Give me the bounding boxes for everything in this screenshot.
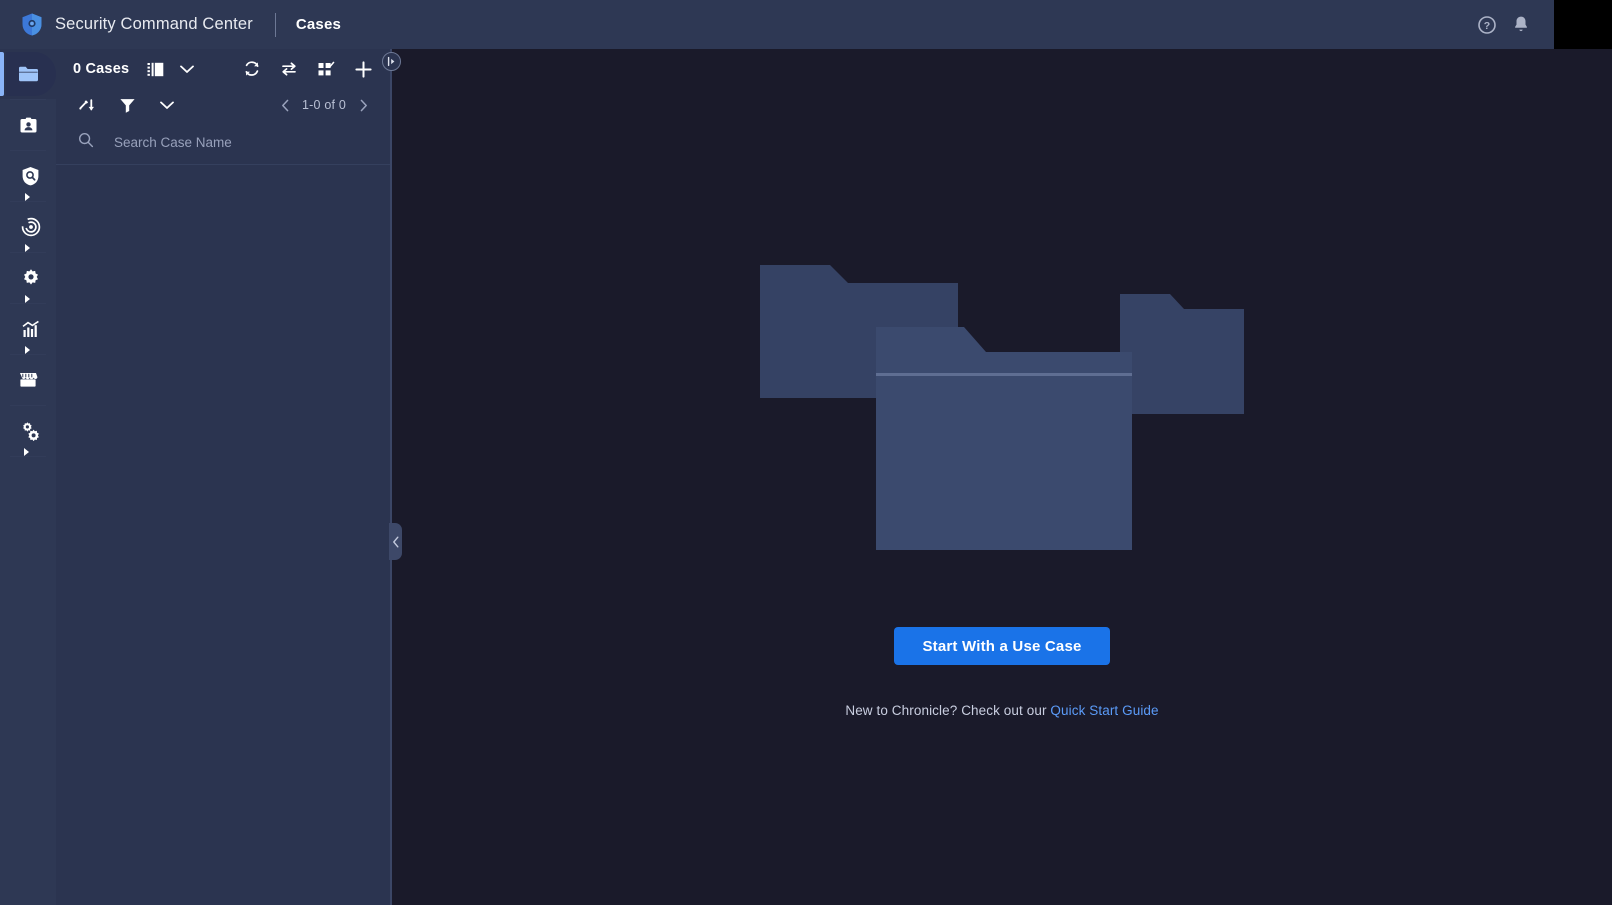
add-case-plus-icon[interactable] <box>349 55 377 83</box>
pagination-range: 1-0 of 0 <box>302 98 346 112</box>
sidebar-item-soar-settings[interactable] <box>0 406 56 456</box>
expand-caret-icon[interactable] <box>24 244 30 252</box>
radar-target-icon <box>21 217 41 237</box>
cases-toolbar-primary: 0 Cases <box>56 49 391 89</box>
brand-title: Security Command Center <box>55 15 253 33</box>
list-view-icon[interactable] <box>141 55 169 83</box>
sidebar-item-cases[interactable] <box>0 49 56 99</box>
search-icon <box>78 132 94 153</box>
expand-caret-icon[interactable] <box>25 193 30 201</box>
bell-icon[interactable] <box>1504 8 1538 42</box>
pagination: 1-0 of 0 <box>271 91 377 119</box>
sidebar-item-detection[interactable] <box>0 202 56 252</box>
cases-toolbar-secondary: 1-0 of 0 <box>56 89 391 121</box>
sidebar-item-investigate[interactable] <box>0 151 56 201</box>
help-circle-icon[interactable]: ? <box>1470 8 1504 42</box>
topbar-actions: ? <box>1470 0 1612 49</box>
top-bar: Security Command Center Cases ? <box>0 0 1612 49</box>
rail-divider <box>10 456 46 457</box>
filter-chevron-down-icon[interactable] <box>153 91 181 119</box>
expand-caret-icon[interactable] <box>24 448 29 456</box>
sidebar-item-contacts[interactable] <box>0 100 56 150</box>
start-with-use-case-button[interactable]: Start With a Use Case <box>894 627 1110 665</box>
security-command-center-logo-icon <box>22 13 42 36</box>
filter-funnel-icon[interactable] <box>113 91 141 119</box>
gears-cluster-icon <box>20 421 41 441</box>
sidebar-item-reports[interactable] <box>0 304 56 354</box>
sidebar-item-marketplace[interactable] <box>0 355 56 405</box>
page-title: Cases <box>295 16 342 33</box>
empty-state: Start With a Use Case New to Chronicle? … <box>392 49 1612 718</box>
storefront-icon <box>18 372 38 388</box>
gear-icon <box>21 268 41 288</box>
expand-caret-icon[interactable] <box>24 295 30 303</box>
folder-icon <box>18 65 39 83</box>
brand-block[interactable]: Security Command Center <box>0 12 253 37</box>
collapse-left-icon[interactable] <box>389 523 402 560</box>
view-chevron-down-icon[interactable] <box>173 55 201 83</box>
expand-caret-icon[interactable] <box>24 346 30 354</box>
avatar[interactable] <box>1552 0 1612 49</box>
folders-illustration <box>760 265 1244 550</box>
case-search-row[interactable] <box>56 121 391 165</box>
cases-count-label: 0 Cases <box>73 61 130 77</box>
cases-panel: 0 Cases 1-0 of 0 Search Case Name <box>56 49 391 905</box>
bar-chart-icon <box>21 320 41 339</box>
svg-text:?: ? <box>1484 20 1490 32</box>
refresh-icon[interactable] <box>238 55 266 83</box>
id-badge-icon <box>19 116 38 135</box>
grid-select-icon[interactable] <box>312 55 340 83</box>
chevron-right-icon[interactable] <box>349 91 377 119</box>
left-navigation-rail <box>0 49 56 905</box>
quick-start-guide-link[interactable]: Quick Start Guide <box>1050 703 1158 718</box>
brand-separator <box>274 12 276 37</box>
shield-search-icon <box>21 166 40 186</box>
expand-right-icon[interactable] <box>382 52 401 71</box>
quick-start-hint: New to Chronicle? Check out our Quick St… <box>845 703 1158 718</box>
swap-arrows-icon[interactable] <box>275 55 303 83</box>
active-indicator-bar <box>0 52 4 96</box>
sort-icon[interactable] <box>73 91 101 119</box>
search-input[interactable] <box>114 135 344 150</box>
app-root: Security Command Center Cases ? 0 Cases … <box>0 0 1612 905</box>
main-content: Start With a Use Case New to Chronicle? … <box>392 49 1612 905</box>
sidebar-item-settings[interactable] <box>0 253 56 303</box>
chevron-left-icon[interactable] <box>271 91 299 119</box>
hint-prefix-text: New to Chronicle? Check out our <box>845 703 1051 718</box>
